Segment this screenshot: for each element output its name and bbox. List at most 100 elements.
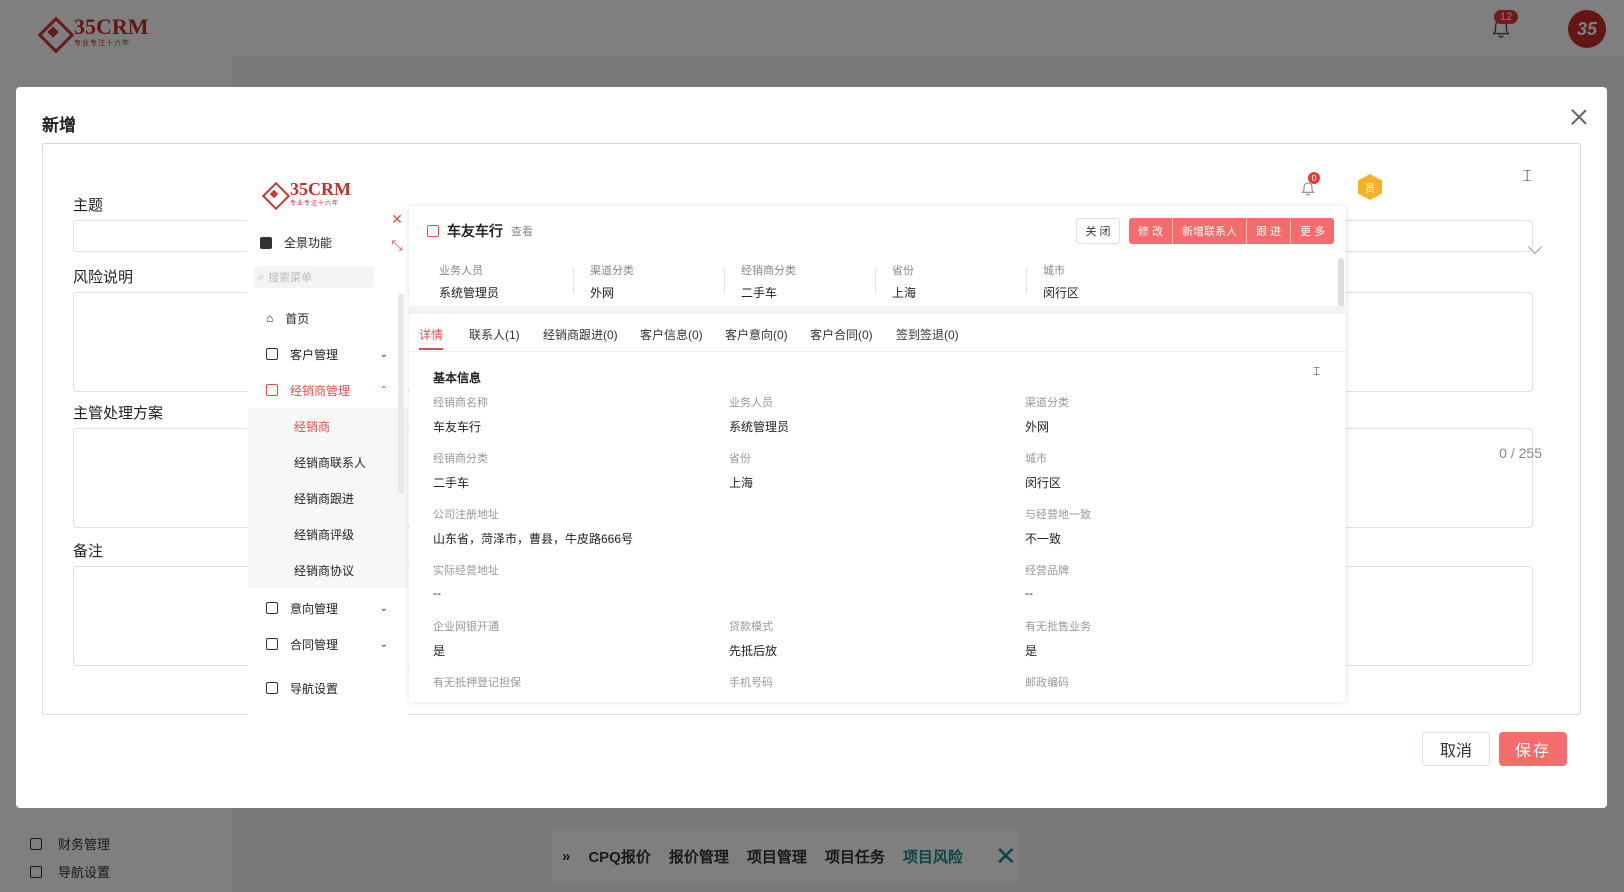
nav-settings-icon xyxy=(266,682,278,694)
more-button[interactable]: 更 多 xyxy=(1291,218,1334,244)
field-value: 系统管理员 xyxy=(729,420,790,434)
field-value: 是 xyxy=(433,644,446,658)
field-key: 有无批售业务 xyxy=(1025,621,1091,633)
sidebar-item-label: 首页 xyxy=(285,311,310,326)
divider xyxy=(409,306,1346,314)
summary-item: 省份 上海 xyxy=(892,262,916,301)
field-value: -- xyxy=(1025,586,1033,600)
field-key: 企业网银开通 xyxy=(433,621,499,633)
collapse-icon[interactable]: ⌶ xyxy=(1522,168,1532,186)
notification-badge: 0 xyxy=(1308,172,1320,184)
sidebar-subitem-dealer-followup[interactable]: 经销商跟进 xyxy=(248,480,408,516)
summary-key: 业务人员 xyxy=(439,265,483,277)
summary-bar: 业务人员 系统管理员 渠道分类 外网 经销商分类 二手车 省份 上海 城市 闵行… xyxy=(409,254,1346,306)
field: 手机号码 xyxy=(729,674,773,690)
close-icon[interactable]: ✕ xyxy=(385,206,409,232)
add-contact-button[interactable]: 新增联系人 xyxy=(1173,218,1248,244)
tab-contacts[interactable]: 联系人(1) xyxy=(469,326,520,343)
menu-search-input[interactable]: ⌕ 搜索菜单 xyxy=(254,266,374,288)
field-value: 外网 xyxy=(1025,420,1050,434)
divider xyxy=(724,268,725,294)
sidebar-item-label: 经销商管理 xyxy=(290,383,351,398)
field-key: 经销商分类 xyxy=(433,453,488,465)
field-key: 经销商名称 xyxy=(433,397,488,409)
tab-dealer-followup[interactable]: 经销商跟进(0) xyxy=(543,326,618,343)
sidebar-subitem-dealer-rating[interactable]: 经销商评级 xyxy=(248,516,408,552)
tab-customer-info[interactable]: 客户信息(0) xyxy=(640,326,703,343)
section-title: 基本信息 xyxy=(433,371,482,385)
field: 经营品牌 -- xyxy=(1025,562,1069,600)
field-key: 与经营地一致 xyxy=(1025,509,1091,521)
summary-key: 经销商分类 xyxy=(741,265,796,277)
active-tab-indicator xyxy=(419,348,443,350)
summary-item: 渠道分类 外网 xyxy=(590,262,634,301)
dealer-icon xyxy=(266,384,278,396)
chevron-down-icon: ⌄ xyxy=(379,602,388,614)
summary-value: 闵行区 xyxy=(1043,286,1080,300)
modal-title: 新增 xyxy=(42,116,76,135)
field-key: 实际经营地址 xyxy=(433,565,499,577)
sidebar-item-nav-settings[interactable]: 导航设置 xyxy=(248,670,408,706)
close-button[interactable]: 关 闭 xyxy=(1076,218,1120,244)
all-functions[interactable]: 全景功能 xyxy=(260,234,332,251)
field: 城市 闵行区 xyxy=(1025,450,1061,491)
summary-item: 业务人员 系统管理员 xyxy=(439,262,499,301)
field-key: 公司注册地址 xyxy=(433,509,499,521)
field: 业务人员 系统管理员 xyxy=(729,394,789,435)
subject-label: 主题 xyxy=(73,197,104,214)
divider xyxy=(573,268,574,294)
sidebar-item-customers[interactable]: 客户管理 ⌄ xyxy=(248,336,408,372)
home-icon: ⌂ xyxy=(266,311,274,325)
field-value: 车友车行 xyxy=(433,420,482,434)
risk-label: 风险说明 xyxy=(73,269,134,286)
embedded-crm-frame: 35CRM 专业专注十六年 0 员 全景功能 ⌕ 搜索菜单 ⌂ 首页 客户管理 … xyxy=(248,160,1394,728)
tab-details[interactable]: 详情 xyxy=(419,326,443,343)
field-key: 渠道分类 xyxy=(1025,397,1069,409)
summary-value: 系统管理员 xyxy=(439,286,500,300)
search-icon: ⌕ xyxy=(258,270,265,283)
sidebar-item-contracts[interactable]: 合同管理 ⌄ xyxy=(248,626,408,662)
summary-item: 城市 闵行区 xyxy=(1043,262,1079,301)
close-icon[interactable] xyxy=(1569,107,1589,127)
sidebar-scrollbar[interactable] xyxy=(398,294,404,494)
detail-panel: 车友车行 查看 关 闭 修 改 新增联系人 跟 进 更 多 业务人员 系统管理员… xyxy=(409,206,1346,702)
sidebar-item-intent[interactable]: 意向管理 ⌄ xyxy=(248,590,408,626)
sidebar-subitem-dealer-agreement[interactable]: 经销商协议 xyxy=(248,552,408,588)
user-avatar[interactable]: 员 xyxy=(1358,174,1382,200)
tab-customer-intent[interactable]: 客户意向(0) xyxy=(725,326,788,343)
tab-checkin[interactable]: 签到签退(0) xyxy=(896,326,959,343)
sidebar-item-home[interactable]: ⌂ 首页 xyxy=(248,300,408,336)
follow-up-button[interactable]: 跟 进 xyxy=(1247,218,1292,244)
field-value: 上海 xyxy=(729,476,754,490)
detail-tabs: 详情 联系人(1) 经销商跟进(0) 客户信息(0) 客户意向(0) 客户合同(… xyxy=(409,314,1346,352)
remark-label: 备注 xyxy=(73,543,104,560)
panel-controls: ✕ ⤡ xyxy=(385,206,409,258)
embed-logo[interactable]: 35CRM 专业专注十六年 xyxy=(262,180,351,207)
collapse-icon[interactable]: ⌶ xyxy=(1313,364,1320,379)
all-functions-label: 全景功能 xyxy=(284,236,333,250)
field-value: 闵行区 xyxy=(1025,476,1062,490)
field-key: 城市 xyxy=(1025,453,1047,465)
search-placeholder: 搜索菜单 xyxy=(268,272,313,284)
edit-button[interactable]: 修 改 xyxy=(1129,218,1174,244)
field: 有无抵押登记担保 xyxy=(433,674,521,690)
sidebar-item-label: 意向管理 xyxy=(290,601,339,616)
field-key: 邮政编码 xyxy=(1025,677,1069,689)
sidebar-subitem-dealer-contacts[interactable]: 经销商联系人 xyxy=(248,444,408,480)
save-button[interactable]: 保存 xyxy=(1499,732,1567,766)
embed-sidebar: 全景功能 ⌕ 搜索菜单 ⌂ 首页 客户管理 ⌄ 经销商管理 ⌃ 经销商 经销商联… xyxy=(248,214,408,728)
field-value: 是 xyxy=(1025,644,1038,658)
sidebar-item-label: 导航设置 xyxy=(290,681,339,696)
field: 与经营地一致 不一致 xyxy=(1025,506,1091,547)
cancel-button[interactable]: 取消 xyxy=(1422,732,1490,766)
sidebar-subitem-dealer[interactable]: 经销商 xyxy=(248,408,408,444)
sidebar-item-dealers[interactable]: 经销商管理 ⌃ xyxy=(248,372,408,408)
summary-value: 外网 xyxy=(590,286,615,300)
logo-icon xyxy=(262,182,286,206)
expand-icon[interactable]: ⤡ xyxy=(385,232,409,258)
menu-grid-icon xyxy=(260,236,272,249)
divider xyxy=(1026,268,1027,294)
field: 省份 上海 xyxy=(729,450,753,491)
field-value: 山东省，菏泽市，曹县，牛皮路666号 xyxy=(433,532,634,546)
tab-customer-contract[interactable]: 客户合同(0) xyxy=(810,326,873,343)
